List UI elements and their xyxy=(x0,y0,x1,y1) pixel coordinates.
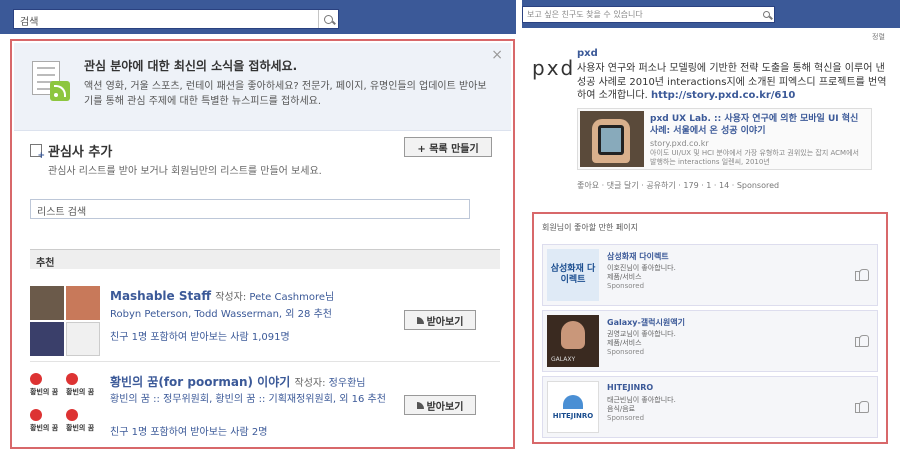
link-preview[interactable]: pxd UX Lab. :: 사용자 연구에 의한 모바일 UI 혁신 사례: … xyxy=(577,108,872,170)
link-title[interactable]: pxd UX Lab. :: 사용자 연구에 의한 모바일 UI 혁신 사례: … xyxy=(650,113,865,137)
post-text: 사용자 연구와 퍼소나 모델링에 기반한 전략 도출을 통해 혁신을 이루어 낸… xyxy=(577,63,887,101)
list-search-input[interactable]: 리스트 검색 xyxy=(30,199,470,219)
pxd-logo[interactable]: pxd xyxy=(532,56,575,80)
list-members[interactable]: Robyn Peterson, Todd Wasserman, 외 28 추천 xyxy=(110,308,410,322)
like-icon[interactable] xyxy=(855,399,869,413)
avatar xyxy=(66,322,100,356)
search-icon xyxy=(762,11,770,18)
search-button[interactable] xyxy=(318,10,338,28)
author-link[interactable]: Pete Cashmore님 xyxy=(249,292,334,303)
page-logo[interactable]: 삼성화재 다이렉트 xyxy=(547,249,599,301)
rss-icon xyxy=(416,316,424,324)
list-members[interactable]: 황빈의 꿈 :: 정무위원회, 황빈의 꿈 :: 기획재정위원회, 외 16 추… xyxy=(110,393,410,407)
right-screen: 보고 싶은 친구도 찾을 수 있습니다 정렬 pxd pxd 사용자 연구와 퍼… xyxy=(522,0,900,455)
recommend-header: 추천 xyxy=(30,249,500,269)
member-avatars: 황빈의 꿈 황빈의 꿈 황빈의 꿈 황빈의 꿈 xyxy=(30,371,100,441)
top-bar: 검색 xyxy=(0,0,516,34)
post-link[interactable]: http://story.pxd.co.kr/610 xyxy=(651,90,795,101)
add-list-icon xyxy=(30,144,45,161)
page-title[interactable]: 삼성화재 다이렉트 xyxy=(607,251,669,262)
like-icon[interactable] xyxy=(855,267,869,281)
interest-panel: 관심 분야에 대한 최신의 소식을 접하세요. 액션 영화, 거울 스포츠, 런… xyxy=(10,39,515,449)
suggested-pages-header: 회원님이 좋아할 만한 페이지 xyxy=(542,223,638,232)
search-button[interactable] xyxy=(758,7,774,22)
page-suggestion[interactable]: 삼성화재 다이렉트 삼성화재 다이렉트 이호진님이 좋아합니다. 제품/서비스 … xyxy=(542,244,878,306)
left-screen: 검색 관심 분야에 대한 최신의 소식을 접하세요. 액션 영화, 거울 스포츠… xyxy=(0,0,516,455)
rss-icon xyxy=(50,81,70,101)
notice-body: 액션 영화, 거울 스포츠, 런테이 패션을 좋아하세요? 전문가, 페이지, … xyxy=(84,81,487,107)
sponsored-label: Sponsored xyxy=(607,414,645,422)
make-list-button[interactable]: + 목록 만들기 xyxy=(404,137,492,157)
subscribe-button[interactable]: 받아보기 xyxy=(404,395,476,415)
add-interest-title: 관심사 추가 xyxy=(48,145,113,160)
sponsored-label: Sponsored xyxy=(607,348,645,356)
page-category: 음식/음료 xyxy=(607,405,636,413)
page-category: 제품/서비스 xyxy=(607,339,642,347)
rss-icon xyxy=(416,401,424,409)
list-title[interactable]: Mashable Staff 작성자: Pete Cashmore님 xyxy=(110,288,334,303)
avatar xyxy=(30,322,64,356)
member-avatars xyxy=(30,286,100,356)
list-title[interactable]: 황빈의 꿈(for poorman) 이야기 작성자: 정우환님 xyxy=(110,373,365,390)
page-category: 제품/서비스 xyxy=(607,273,642,281)
close-icon[interactable]: × xyxy=(491,47,503,63)
like-icon[interactable] xyxy=(855,333,869,347)
top-bar: 보고 싶은 친구도 찾을 수 있습니다 xyxy=(522,0,900,28)
sponsored-post: pxd pxd 사용자 연구와 퍼소나 모델링에 기반한 전략 도출을 통해 혁… xyxy=(522,40,900,200)
avatar: 황빈의 꿈 xyxy=(30,371,64,405)
search-icon xyxy=(324,14,333,24)
sponsored-label: Sponsored xyxy=(607,282,645,290)
notice-title: 관심 분야에 대한 최신의 소식을 접하세요. xyxy=(84,59,298,73)
search-input-value: 검색 xyxy=(20,17,39,28)
search-input[interactable]: 검색 xyxy=(13,9,339,29)
page-suggestion[interactable]: GALAXY Galaxy-갤럭시원액기 권영교님이 좋아합니다. 제품/서비스… xyxy=(542,310,878,372)
avatar: 황빈의 꿈 xyxy=(66,407,100,441)
divider xyxy=(30,361,500,362)
post-actions[interactable]: 좋아요 · 댓글 달기 · 공유하기 · 179 · 1 · 14 · Spon… xyxy=(577,180,779,191)
post-author[interactable]: pxd xyxy=(577,48,598,59)
page-suggestion[interactable]: HITEJINRO HITEJINRO 태근빈님이 좋아합니다. 음식/음료 S… xyxy=(542,376,878,438)
subscriber-count[interactable]: 친구 1명 포함하여 받아보는 사람 2명 xyxy=(110,423,267,438)
friend-search-placeholder: 보고 싶은 친구도 찾을 수 있습니다 xyxy=(527,10,643,19)
add-interest-desc: 관심사 리스트를 받아 보거나 회원님만의 리스트를 만들어 보세요. xyxy=(48,166,322,177)
page-title[interactable]: HITEJINRO xyxy=(607,383,653,392)
link-thumbnail xyxy=(580,111,644,167)
avatar xyxy=(30,286,64,320)
avatar: 황빈의 꿈 xyxy=(30,407,64,441)
friend-search-input[interactable]: 보고 싶은 친구도 찾을 수 있습니다 xyxy=(522,6,775,23)
avatar xyxy=(66,286,100,320)
author-link[interactable]: 정우환님 xyxy=(329,378,366,389)
suggested-pages-box: 회원님이 좋아할 만한 페이지 삼성화재 다이렉트 삼성화재 다이렉트 이호진님… xyxy=(532,212,888,444)
page-title[interactable]: Galaxy-갤럭시원액기 xyxy=(607,317,685,328)
notice-box: 관심 분야에 대한 최신의 소식을 접하세요. 액션 영화, 거울 스포츠, 런… xyxy=(14,43,511,131)
page-logo[interactable]: GALAXY xyxy=(547,315,599,367)
link-domain: story.pxd.co.kr xyxy=(650,139,709,148)
subscribe-button[interactable]: 받아보기 xyxy=(404,310,476,330)
subscriber-count[interactable]: 친구 1명 포함하여 받아보는 사람 1,091명 xyxy=(110,328,290,343)
avatar: 황빈의 꿈 xyxy=(66,371,100,405)
page-logo[interactable]: HITEJINRO xyxy=(547,381,599,433)
link-excerpt: 아이도 UI/UX 및 HCI 분야에서 가장 유형하고 권위있는 잡지 ACM… xyxy=(650,149,859,166)
